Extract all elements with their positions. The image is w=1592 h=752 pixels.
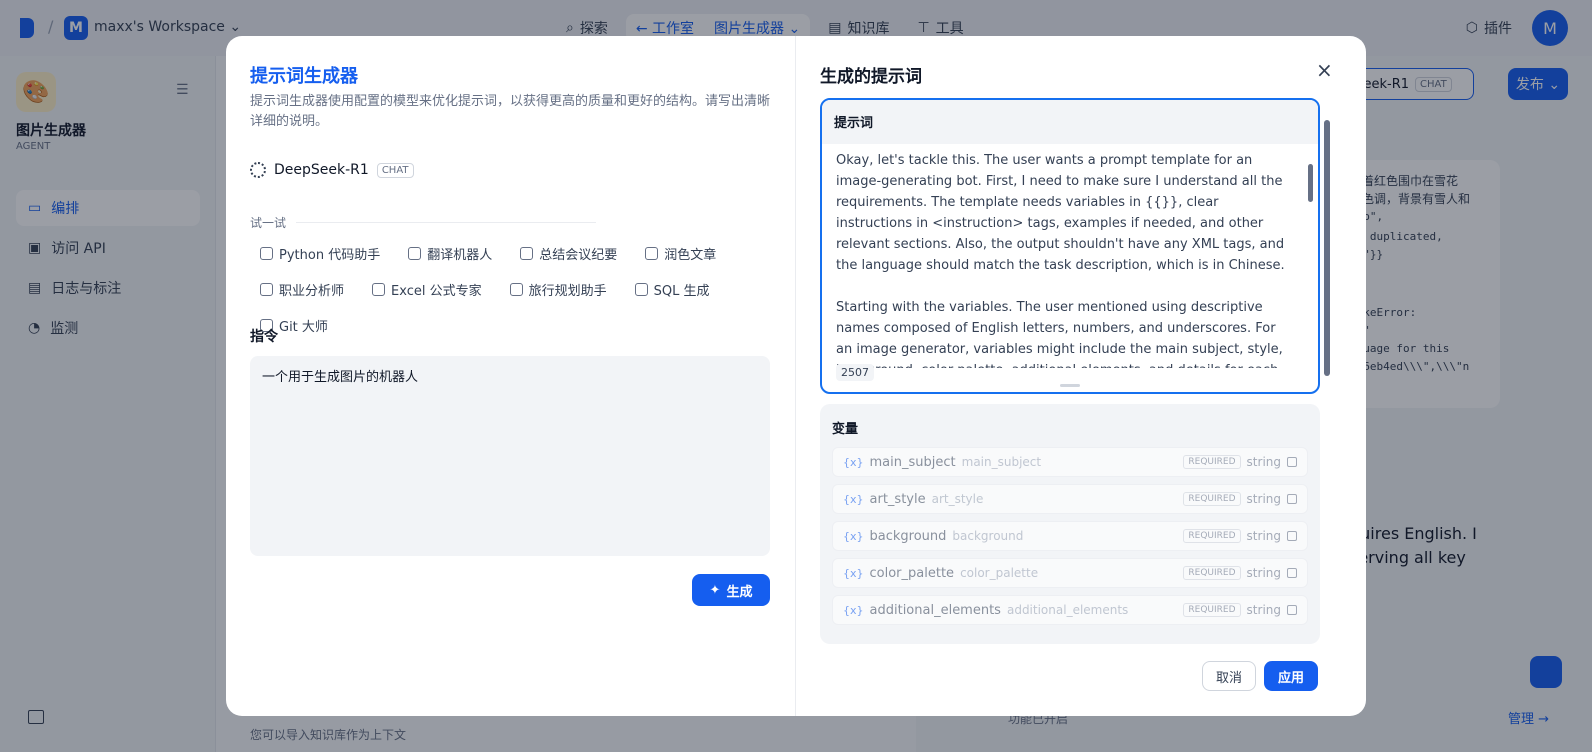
translate-icon: [408, 246, 422, 260]
prompt-editor[interactable]: 提示词 Okay, let's tackle this. The user wa…: [820, 98, 1320, 394]
prompt-paragraph: Starting with the variables. The user me…: [836, 300, 1283, 368]
example-label: 翻译机器人: [427, 247, 493, 263]
try-label: 试一试: [250, 216, 287, 230]
user-icon: [260, 282, 273, 296]
example-excel-expert[interactable]: Excel 公式专家: [362, 278, 492, 300]
prompt-scrollbar[interactable]: [1308, 164, 1313, 202]
terminal-icon: [260, 246, 273, 260]
variable-type: string: [1246, 566, 1281, 580]
variable-name: background: [869, 528, 947, 544]
variable-type: string: [1246, 529, 1281, 543]
variable-name: additional_elements: [869, 602, 1001, 618]
variable-name: color_palette: [869, 565, 955, 581]
variable-name: art_style: [869, 491, 926, 507]
example-meeting-summary[interactable]: 总结会议纪要: [510, 242, 627, 264]
sparkle-icon: ✦: [709, 582, 721, 598]
variable-label: color_palette: [960, 566, 1039, 580]
variable-type: string: [1246, 455, 1281, 469]
example-sql-generator[interactable]: SQL 生成: [625, 278, 720, 300]
generate-button[interactable]: ✦ 生成: [692, 574, 770, 606]
variable-icon: {x}: [843, 455, 864, 469]
example-label: 润色文章: [664, 247, 717, 263]
variable-row: {x} additional_elements additional_eleme…: [832, 595, 1308, 625]
prompt-generator-modal: 提示词生成器 提示词生成器使用配置的模型来优化提示词，以获得更高的质量和更好的结…: [226, 36, 1366, 716]
prompt-label: 提示词: [822, 100, 1318, 144]
prompt-paragraph: Okay, let's tackle this. The user wants …: [836, 153, 1285, 273]
required-badge: REQUIRED: [1183, 492, 1241, 506]
resize-handle[interactable]: [1060, 384, 1080, 387]
document-icon: [645, 246, 659, 260]
variable-type: string: [1246, 492, 1281, 506]
instruction-input[interactable]: 一个用于生成图片的机器人: [250, 356, 770, 556]
text-input-icon: [1287, 494, 1297, 504]
divider: [296, 222, 597, 223]
database-icon: [634, 282, 648, 296]
model-selector-row[interactable]: DeepSeek-R1 CHAT: [250, 162, 414, 178]
variable-icon: {x}: [843, 492, 864, 506]
required-badge: REQUIRED: [1183, 566, 1241, 580]
text-input-icon: [1287, 605, 1297, 615]
text-input-icon: [1287, 457, 1297, 467]
model-icon: [250, 162, 266, 178]
modal-description: 提示词生成器使用配置的模型来优化提示词，以获得更高的质量和更好的结构。请写出清晰…: [250, 94, 771, 129]
example-label: 总结会议纪要: [539, 247, 618, 263]
summary-icon: [520, 246, 534, 260]
required-badge: REQUIRED: [1183, 455, 1241, 469]
example-label: 旅行规划助手: [528, 283, 607, 299]
example-label: Git 大师: [279, 319, 328, 335]
variable-row: {x} main_subject main_subject REQUIRED s…: [832, 447, 1308, 477]
variable-row: {x} color_palette color_palette REQUIRED…: [832, 558, 1308, 588]
required-badge: REQUIRED: [1183, 529, 1241, 543]
map-pin-icon: [509, 282, 523, 296]
example-python-assistant[interactable]: Python 代码助手: [250, 242, 390, 264]
example-polish-article[interactable]: 润色文章: [635, 242, 726, 264]
model-name: DeepSeek-R1: [274, 162, 369, 178]
close-icon[interactable]: ×: [1316, 58, 1333, 82]
text-input-icon: [1287, 531, 1297, 541]
variables-panel: 变量 {x} main_subject main_subject REQUIRE…: [820, 404, 1320, 644]
instruction-label: 指令: [250, 329, 278, 345]
result-panel: 生成的提示词 × 提示词 Okay, let's tackle this. Th…: [796, 36, 1366, 716]
variable-label: art_style: [931, 492, 984, 506]
variable-label: main_subject: [961, 455, 1042, 469]
apply-button[interactable]: 应用: [1264, 661, 1318, 691]
example-travel-planner[interactable]: 旅行规划助手: [500, 278, 617, 300]
model-badge: CHAT: [376, 162, 414, 178]
variable-icon: {x}: [843, 529, 864, 543]
variable-icon: {x}: [843, 603, 864, 617]
modal-title: 提示词生成器: [250, 66, 358, 87]
variable-icon: {x}: [843, 566, 864, 580]
example-label: SQL 生成: [653, 283, 710, 299]
variable-label: additional_elements: [1006, 603, 1129, 617]
char-count: 2507: [836, 364, 874, 381]
try-section: 试一试: [250, 214, 597, 231]
example-label: Excel 公式专家: [391, 283, 482, 299]
example-translator[interactable]: 翻译机器人: [398, 242, 502, 264]
required-badge: REQUIRED: [1183, 603, 1241, 617]
cancel-button[interactable]: 取消: [1202, 661, 1256, 691]
variable-name: main_subject: [869, 454, 956, 470]
example-label: 职业分析师: [279, 283, 345, 299]
variable-row: {x} background background REQUIRED strin…: [832, 521, 1308, 551]
result-title: 生成的提示词: [820, 67, 922, 87]
prompt-text[interactable]: Okay, let's tackle this. The user wants …: [836, 150, 1292, 368]
example-label: Python 代码助手: [279, 247, 381, 263]
generate-label: 生成: [726, 584, 753, 600]
text-input-icon: [1287, 568, 1297, 578]
generator-panel: 提示词生成器 提示词生成器使用配置的模型来优化提示词，以获得更高的质量和更好的结…: [226, 36, 796, 716]
panel-scrollbar[interactable]: [1324, 120, 1330, 376]
example-list: Python 代码助手 翻译机器人 总结会议纪要 润色文章 职业分析师 Exce…: [250, 242, 770, 336]
spreadsheet-icon: [372, 282, 386, 296]
variable-type: string: [1246, 603, 1281, 617]
variable-label: background: [952, 529, 1024, 543]
example-career-analyst[interactable]: 职业分析师: [250, 278, 354, 300]
variables-label: 变量: [832, 422, 859, 437]
variable-row: {x} art_style art_style REQUIRED string: [832, 484, 1308, 514]
